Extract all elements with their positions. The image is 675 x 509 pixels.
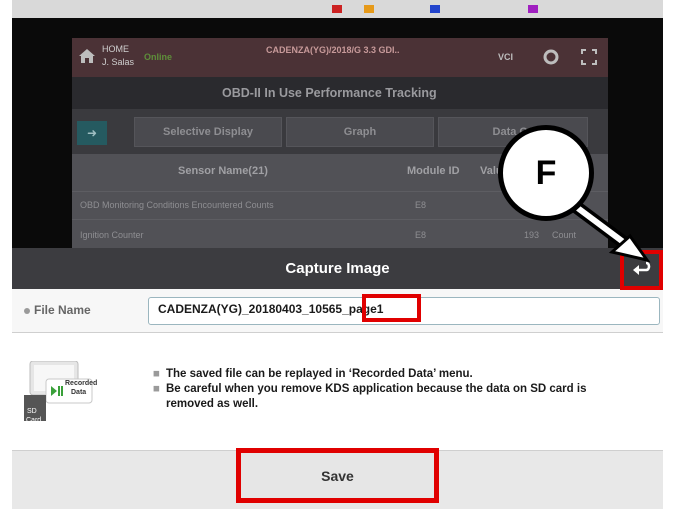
illustration-recorded-label: Recorded [65, 380, 98, 387]
col-header-module: Module ID [407, 165, 460, 177]
info-text-1: The saved file can be replayed in ‘Recor… [165, 368, 473, 380]
file-name-main: CADENZA(YG)_20180403_10565 [158, 302, 343, 316]
info-bullet-2: ■ Be careful when you remove KDS applicat… [153, 383, 586, 395]
callout-badge: F [498, 125, 594, 221]
table-row[interactable]: Ignition Counter E8 193 Count [72, 219, 608, 248]
settings-icon[interactable] [542, 48, 560, 66]
row-sensor-name: Ignition Counter [80, 230, 144, 240]
online-status: Online [144, 52, 173, 62]
vci-label: VCI [498, 52, 514, 62]
dialog-title: Capture Image [285, 260, 390, 277]
callout-letter: F [535, 154, 557, 192]
bullet-dot-icon [24, 307, 30, 314]
info-area: Recorded Data SD Card ■ The saved file ca… [12, 333, 663, 451]
user-name: J. Salas [102, 57, 135, 67]
fullscreen-icon[interactable] [580, 48, 598, 66]
home-label: HOME [102, 44, 129, 54]
row-module: E8 [415, 230, 427, 240]
file-name-row: File Name CADENZA(YG)_20180403_10565_pag… [12, 289, 663, 333]
screenshot-frame: HOME J. Salas Online CADENZA(YG)/2018/G … [0, 0, 675, 509]
info-bullet-2-cont: removed as well. [166, 398, 258, 410]
file-name-label: File Name [24, 303, 91, 317]
bullet-mark-icon: ■ [153, 383, 160, 395]
swatch-red [332, 5, 342, 13]
top-color-strip [12, 0, 663, 18]
illustration-sd-label: SD [27, 408, 37, 415]
col-header-sensor: Sensor Name(21) [178, 165, 268, 177]
info-text-2: Be careful when you remove KDS applicati… [165, 383, 587, 395]
row-unit: Count [552, 230, 577, 240]
back-button[interactable] [620, 250, 663, 290]
suffix-highlight-box [362, 294, 421, 322]
save-button[interactable]: Save [236, 448, 439, 503]
tab-graph[interactable]: Graph [286, 117, 434, 147]
swatch-purple [528, 5, 538, 13]
file-name-value: CADENZA(YG)_20180403_10565_page1 [158, 302, 383, 316]
vehicle-name: CADENZA(YG)/2018/G 3.3 GDI.. [266, 45, 400, 55]
row-value: 193 [524, 230, 540, 240]
app-header: HOME J. Salas Online CADENZA(YG)/2018/G … [72, 38, 608, 77]
tab-selective-display[interactable]: Selective Display [134, 117, 282, 147]
illustration-data-label: Data [71, 389, 87, 396]
info-bullet-1: ■ The saved file can be replayed in ‘Reco… [153, 368, 473, 380]
bullet-mark-icon: ■ [153, 368, 160, 380]
screen-title: OBD-II In Use Performance Tracking [222, 86, 437, 100]
home-icon[interactable] [78, 48, 96, 64]
back-arrow-icon [632, 261, 650, 275]
illustration-card-label: Card [26, 417, 42, 424]
row-module: E8 [415, 200, 427, 210]
file-name-label-text: File Name [34, 303, 91, 317]
info-text-3: removed as well. [166, 398, 259, 410]
swatch-orange [364, 5, 374, 13]
row-sensor-name: OBD Monitoring Conditions Encountered Co… [80, 200, 274, 210]
swatch-blue [430, 5, 440, 13]
arrow-right-icon[interactable]: ➜ [77, 121, 107, 145]
app-subheader: OBD-II In Use Performance Tracking [72, 77, 608, 109]
